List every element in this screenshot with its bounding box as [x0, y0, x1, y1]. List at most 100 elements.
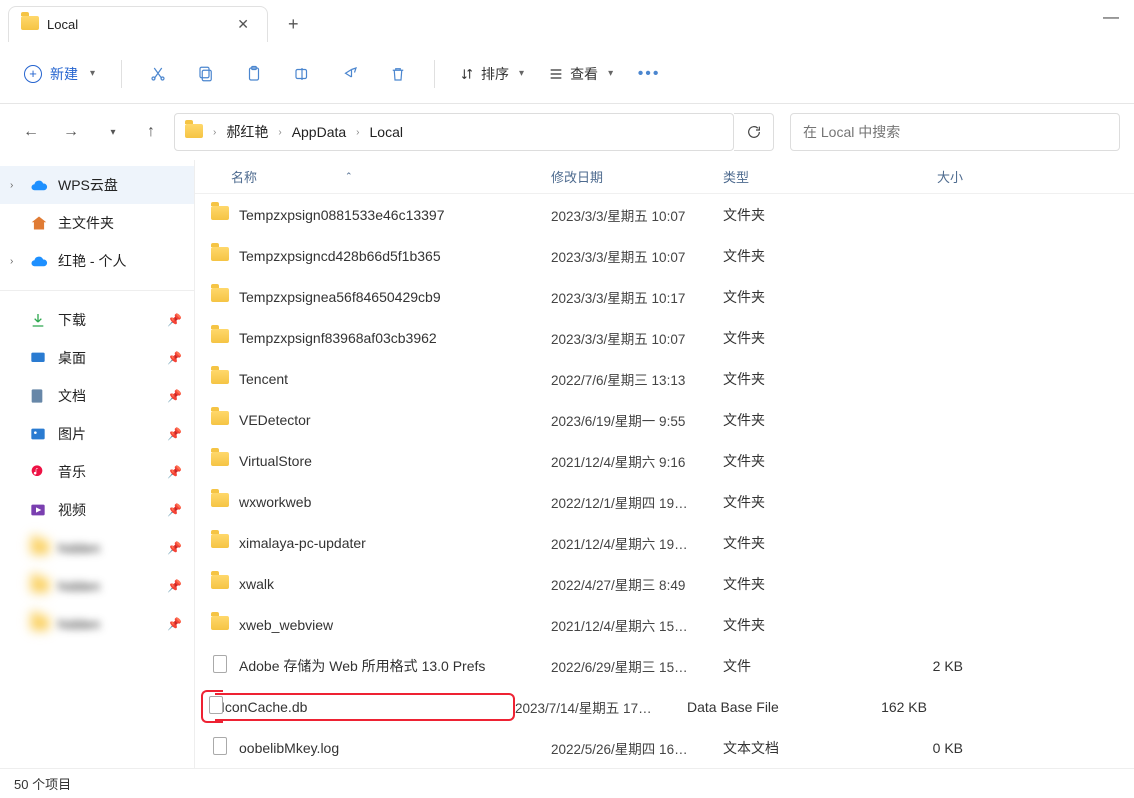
sidebar-item[interactable]: 桌面📌 — [0, 339, 194, 377]
new-label: 新建 — [50, 64, 78, 84]
file-row[interactable]: xwalk2022/4/27/星期三 8:49文件夹 — [195, 563, 1134, 604]
sidebar-item[interactable]: hidden📌 — [0, 567, 194, 605]
file-row[interactable]: oobelibMkey.log2022/5/26/星期四 16…文本文档0 KB — [195, 727, 1134, 768]
cut-button[interactable] — [138, 54, 178, 94]
folder-icon — [209, 288, 231, 305]
folder-icon — [185, 124, 203, 141]
sidebar-item-label: 下载 — [58, 310, 86, 330]
file-row[interactable]: Adobe 存储为 Web 所用格式 13.0 Prefs2022/6/29/星… — [195, 645, 1134, 686]
breadcrumb-segment[interactable]: AppData — [292, 124, 346, 140]
file-row[interactable]: VEDetector2023/6/19/星期一 9:55文件夹 — [195, 399, 1134, 440]
quick-access-icon — [30, 312, 50, 328]
breadcrumb-segment[interactable]: 郝红艳 — [226, 122, 268, 142]
folder-icon — [209, 206, 231, 223]
rename-button[interactable] — [282, 54, 322, 94]
chevron-down-icon: ▾ — [519, 68, 524, 79]
file-list[interactable]: Tempzxpsign0881533e46c13397 2023/3/3/星期五 … — [195, 194, 1134, 768]
file-row[interactable]: Tempzxpsignf83968af03cb39622023/3/3/星期五 … — [195, 317, 1134, 358]
recent-button[interactable]: ▾ — [94, 115, 128, 149]
folder-icon — [209, 370, 231, 387]
sidebar-item[interactable]: hidden📌 — [0, 605, 194, 643]
file-row[interactable]: IconCache.db2023/7/14/星期五 17…Data Base F… — [195, 686, 1134, 727]
delete-button[interactable] — [378, 54, 418, 94]
paste-button[interactable] — [234, 54, 274, 94]
sidebar-item[interactable]: ›WPS云盘 — [0, 166, 194, 204]
sidebar-item[interactable]: 主文件夹 — [0, 204, 194, 242]
refresh-button[interactable] — [734, 113, 774, 151]
window-controls: — — [1088, 0, 1134, 36]
pin-icon: 📌 — [167, 617, 182, 631]
file-modified: 2023/3/3/星期五 10:17 — [551, 287, 723, 307]
file-type: Data Base File — [687, 699, 837, 715]
breadcrumb-segment[interactable]: Local — [370, 124, 403, 140]
more-button[interactable]: ••• — [629, 54, 669, 94]
file-name: ximalaya-pc-updater — [239, 535, 551, 551]
file-row[interactable]: wxworkweb2022/12/1/星期四 19…文件夹 — [195, 481, 1134, 522]
file-modified: 2021/12/4/星期六 15… — [551, 615, 723, 635]
file-modified: 2022/12/1/星期四 19… — [551, 492, 723, 512]
pin-icon: 📌 — [167, 503, 182, 517]
file-type: 文件夹 — [723, 369, 873, 389]
separator — [0, 290, 194, 291]
folder-icon — [209, 575, 231, 592]
column-name[interactable]: 名称 ⌃ — [231, 167, 551, 186]
new-tab-button[interactable]: + — [280, 10, 307, 39]
sidebar-item[interactable]: 音乐📌 — [0, 453, 194, 491]
file-type: 文件夹 — [723, 574, 873, 594]
file-row[interactable]: Tempzxpsigncd428b66d5f1b3652023/3/3/星期五 … — [195, 235, 1134, 276]
column-headers: 名称 ⌃ 修改日期 类型 大小 — [195, 160, 1134, 194]
sidebar-item[interactable]: ›红艳 - 个人 — [0, 242, 194, 280]
up-button[interactable]: ↑ — [134, 115, 168, 149]
file-type: 文件夹 — [723, 410, 873, 430]
share-button[interactable] — [330, 54, 370, 94]
pin-icon: 📌 — [167, 351, 182, 365]
sidebar-item[interactable]: 视频📌 — [0, 491, 194, 529]
copy-button[interactable] — [186, 54, 226, 94]
address-bar[interactable]: › 郝红艳 › AppData › Local — [174, 113, 734, 151]
file-row[interactable]: ximalaya-pc-updater2021/12/4/星期六 19…文件夹 — [195, 522, 1134, 563]
column-size[interactable]: 大小 — [873, 167, 963, 186]
file-name: oobelibMkey.log — [239, 740, 551, 756]
window-minimize-button[interactable]: — — [1088, 0, 1134, 36]
separator — [434, 60, 435, 88]
back-button[interactable]: ← — [14, 115, 48, 149]
folder-icon — [209, 411, 231, 428]
file-type: 文件夹 — [723, 533, 873, 553]
file-type: 文件夹 — [723, 205, 873, 225]
folder-icon — [209, 616, 231, 633]
file-modified: 2023/6/19/星期一 9:55 — [551, 410, 723, 430]
file-modified: 2021/12/4/星期六 9:16 — [551, 451, 723, 471]
tab-close-button[interactable]: ✕ — [231, 16, 255, 33]
file-row[interactable]: Tencent2022/7/6/星期三 13:13文件夹 — [195, 358, 1134, 399]
file-type: 文件夹 — [723, 451, 873, 471]
forward-button[interactable]: → — [54, 115, 88, 149]
folder-icon — [209, 247, 231, 264]
sidebar-item[interactable]: hidden📌 — [0, 529, 194, 567]
navigation-bar: ← → ▾ ↑ › 郝红艳 › AppData › Local — [0, 104, 1134, 160]
search-input[interactable] — [790, 113, 1120, 151]
file-modified: 2023/7/14/星期五 17… — [515, 697, 687, 717]
file-row[interactable]: xweb_webview2021/12/4/星期六 15…文件夹 — [195, 604, 1134, 645]
sort-button[interactable]: 排序 ▾ — [451, 64, 532, 84]
file-modified: 2022/7/6/星期三 13:13 — [551, 369, 723, 389]
file-row[interactable]: VirtualStore2021/12/4/星期六 9:16文件夹 — [195, 440, 1134, 481]
sidebar-item[interactable]: 文档📌 — [0, 377, 194, 415]
file-modified: 2021/12/4/星期六 19… — [551, 533, 723, 553]
quick-access-icon — [30, 464, 50, 480]
view-button[interactable]: 查看 ▾ — [540, 64, 621, 84]
sidebar-item-label: 红艳 - 个人 — [58, 251, 126, 271]
pin-icon: 📌 — [167, 313, 182, 327]
new-button[interactable]: + 新建 ▾ — [14, 58, 105, 90]
file-row[interactable]: Tempzxpsignea56f84650429cb92023/3/3/星期五 … — [195, 276, 1134, 317]
file-name: Tempzxpsign0881533e46c13397 — [239, 207, 551, 223]
file-row[interactable]: Tempzxpsign0881533e46c133972023/3/3/星期五 … — [195, 194, 1134, 235]
home-icon — [30, 215, 50, 231]
sidebar-item-label: WPS云盘 — [58, 175, 118, 195]
file-modified: 2022/5/26/星期四 16… — [551, 738, 723, 758]
sidebar-item[interactable]: 图片📌 — [0, 415, 194, 453]
column-modified[interactable]: 修改日期 — [551, 167, 723, 186]
sidebar-item[interactable]: 下载 📌 — [0, 301, 194, 339]
window-tab[interactable]: Local ✕ — [8, 6, 268, 42]
tab-title: Local — [47, 17, 78, 32]
column-type[interactable]: 类型 — [723, 167, 873, 186]
